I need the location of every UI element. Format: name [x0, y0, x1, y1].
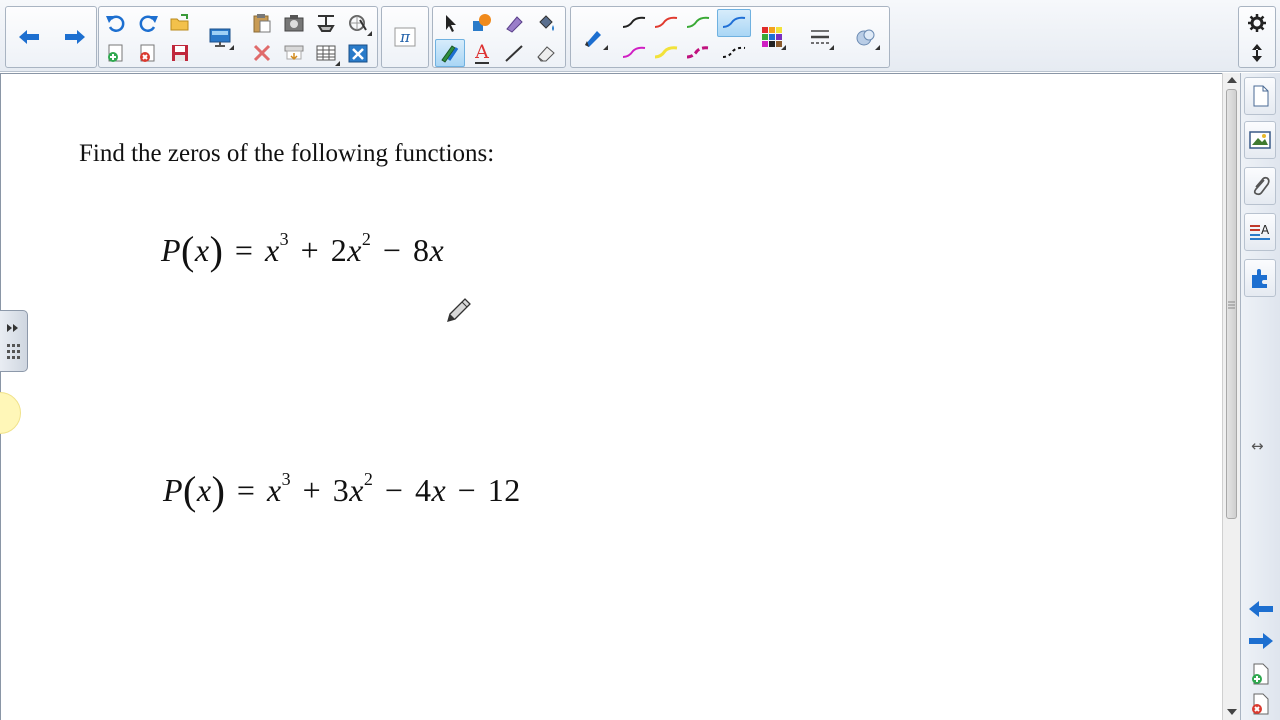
fill-icon[interactable]	[531, 9, 561, 37]
page-prompt: Find the zeros of the following function…	[79, 140, 495, 167]
previous-page-icon[interactable]	[1247, 599, 1275, 624]
pen-properties-group	[570, 6, 890, 68]
delete-page-icon[interactable]	[133, 39, 163, 67]
settings-group	[1238, 6, 1276, 68]
pen-cursor-icon	[445, 296, 473, 329]
svg-text:A: A	[1261, 223, 1270, 237]
scroll-down-icon[interactable]	[1227, 709, 1237, 715]
new-page-icon[interactable]	[101, 39, 131, 67]
page-sorter-icon[interactable]	[1244, 77, 1276, 115]
text-tool-label: A	[475, 41, 489, 64]
document-camera-icon[interactable]	[311, 9, 341, 37]
nav-group	[5, 6, 97, 68]
gear-icon[interactable]	[1242, 9, 1272, 37]
line-style-icon[interactable]	[805, 23, 835, 51]
pen-violet-swatch[interactable]	[683, 39, 713, 67]
shapes-icon[interactable]	[467, 9, 497, 37]
clear-page-icon[interactable]	[343, 39, 373, 67]
pen-green-swatch[interactable]	[683, 9, 713, 37]
delete-icon[interactable]	[247, 39, 277, 67]
pen-black-swatch[interactable]	[619, 9, 649, 37]
pen-blue-swatch[interactable]	[717, 9, 751, 37]
whiteboard-canvas[interactable]: Find the zeros of the following function…	[0, 73, 1222, 720]
text-icon[interactable]: A	[467, 39, 497, 67]
paste-icon[interactable]	[247, 9, 277, 37]
more-tools-icon[interactable]	[851, 23, 881, 51]
back-arrow-icon[interactable]	[14, 23, 44, 51]
equation-2[interactable]: P(x) = x3 + 3x2 − 4x − 12	[163, 464, 521, 513]
side-tab-bar: A ↔	[1240, 73, 1280, 720]
properties-tab-icon[interactable]: A	[1244, 213, 1276, 251]
magic-pen-icon[interactable]	[499, 9, 529, 37]
next-page-icon[interactable]	[1247, 631, 1275, 656]
math-group: π	[381, 6, 429, 68]
main-toolbar: π A	[0, 0, 1280, 72]
sidebar-resize-glyph[interactable]: ↔	[1251, 437, 1264, 455]
forward-arrow-icon[interactable]	[60, 23, 90, 51]
pen-yellow-swatch[interactable]	[651, 39, 681, 67]
pen-icon[interactable]	[435, 39, 465, 67]
delete-page-side-icon[interactable]	[1249, 693, 1271, 720]
measurement-tools-icon[interactable]	[343, 9, 373, 37]
gallery-icon[interactable]	[1244, 121, 1276, 159]
screen-shade-icon[interactable]	[205, 23, 235, 51]
redo-icon[interactable]	[133, 9, 163, 37]
math-tools-icon[interactable]: π	[390, 23, 420, 51]
table-icon[interactable]	[311, 39, 341, 67]
properties-icon[interactable]	[579, 23, 609, 51]
floating-tools-handle[interactable]	[0, 310, 28, 372]
line-icon[interactable]	[499, 39, 529, 67]
select-icon[interactable]	[435, 9, 465, 37]
capture-icon[interactable]	[279, 9, 309, 37]
attachments-icon[interactable]	[1244, 167, 1276, 205]
pen-red-swatch[interactable]	[651, 9, 681, 37]
eraser-icon[interactable]	[531, 39, 561, 67]
add-ons-icon[interactable]	[1244, 259, 1276, 297]
undo-icon[interactable]	[101, 9, 131, 37]
scroll-up-icon[interactable]	[1227, 77, 1237, 83]
equation-1[interactable]: P(x) = x3 + 2x2 − 8x	[161, 224, 444, 273]
math-tools-label: π	[400, 28, 410, 46]
add-page-icon[interactable]	[1249, 663, 1271, 690]
color-palette-icon[interactable]	[757, 23, 787, 51]
vertical-scrollbar[interactable]	[1222, 73, 1240, 720]
pen-dashed-swatch[interactable]	[717, 39, 751, 67]
open-folder-icon[interactable]	[165, 9, 195, 37]
file-tools-group	[98, 6, 378, 68]
save-icon[interactable]	[165, 39, 195, 67]
scroll-thumb[interactable]	[1226, 89, 1237, 519]
pen-magenta-swatch[interactable]	[619, 39, 649, 67]
show-hide-icon[interactable]	[279, 39, 309, 67]
highlight-circle	[0, 392, 21, 434]
object-tools-group: A	[432, 6, 566, 68]
toolbar-position-icon[interactable]	[1242, 39, 1272, 67]
